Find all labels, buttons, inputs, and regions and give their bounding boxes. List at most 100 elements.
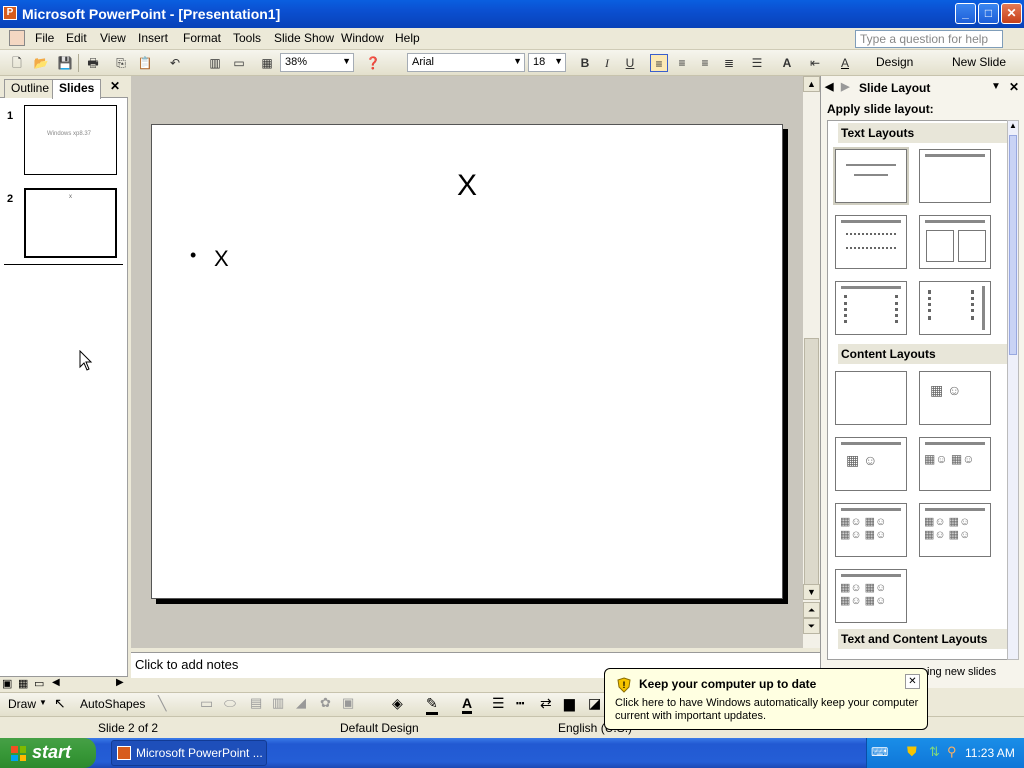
layout-title-two-content[interactable]: ▦☺ ▦☺ — [919, 437, 991, 491]
slideshow-view-icon[interactable]: ▭ — [34, 677, 44, 690]
help-search-input[interactable]: Type a question for help — [855, 30, 1003, 48]
update-notification-balloon[interactable]: ! Keep your computer up to date ✕ Click … — [604, 668, 928, 730]
paste-icon[interactable]: 📋 — [136, 54, 154, 72]
clock[interactable]: 11:23 AM — [965, 746, 1015, 760]
text-color-icon[interactable]: A — [462, 695, 473, 714]
font-color-icon[interactable]: A — [836, 54, 854, 72]
save-icon[interactable]: 💾 — [56, 54, 74, 72]
print-icon[interactable]: 🖶 — [84, 54, 102, 72]
copy-icon[interactable]: ⎘ — [112, 54, 130, 72]
wordart-icon[interactable]: ▥ — [272, 695, 284, 711]
bullets-icon[interactable]: ☰ — [748, 54, 766, 72]
layout-content[interactable]: ▦ ☺ — [919, 371, 991, 425]
open-icon[interactable]: 📂 — [32, 54, 50, 72]
layout-vertical-text[interactable] — [919, 281, 991, 335]
back-icon[interactable]: ◀ — [825, 80, 833, 93]
slide-canvas[interactable]: X • X — [151, 124, 783, 599]
balloon-close-button[interactable]: ✕ — [905, 674, 920, 689]
previous-slide-icon[interactable]: ⏶ — [803, 602, 820, 618]
layout-title-slide[interactable] — [833, 147, 909, 205]
close-task-pane-icon[interactable]: ✕ — [1009, 80, 1019, 94]
undo-icon[interactable]: ↶ — [166, 54, 184, 72]
design-button[interactable]: Design — [876, 55, 913, 69]
textbox-icon[interactable]: ▤ — [250, 695, 262, 711]
search-icon[interactable]: ⚲ — [947, 744, 957, 760]
diagram-icon[interactable]: ◢ — [296, 695, 306, 711]
menu-help[interactable]: Help — [395, 31, 420, 45]
task-pane-scrollbar[interactable]: ▲ — [1007, 120, 1019, 660]
italic-button[interactable]: I — [598, 54, 616, 72]
new-slide-button[interactable]: New Slide — [952, 55, 1006, 69]
zoom-select[interactable]: 38% ▼ — [280, 53, 354, 72]
tab-outline[interactable]: Outline — [4, 79, 57, 98]
layout-title-4-content[interactable]: ▦☺ ▦☺ ▦☺ ▦☺ — [835, 569, 907, 623]
menu-slide-show[interactable]: Slide Show — [274, 31, 334, 45]
justify-icon[interactable]: ≣ — [720, 54, 738, 72]
autoshapes-menu-button[interactable]: AutoShapes — [80, 697, 145, 711]
arrow-style-icon[interactable]: ⇄ — [540, 695, 552, 712]
scroll-thumb[interactable] — [804, 338, 819, 588]
chevron-down-icon[interactable]: ▼ — [991, 81, 1001, 92]
insert-chart-icon[interactable]: ▥ — [206, 54, 224, 72]
layout-two-column-text[interactable] — [919, 215, 991, 269]
layout-title-2-content-content[interactable]: ▦☺ ▦☺ ▦☺ ▦☺ — [919, 503, 991, 557]
menu-file[interactable]: File — [35, 31, 54, 45]
keyboard-icon[interactable]: ⌨ — [871, 745, 888, 759]
line-icon[interactable]: ╲ — [158, 695, 166, 712]
close-button[interactable]: ✕ — [1001, 3, 1022, 24]
layout-title-content[interactable]: ▦ ☺ — [835, 437, 907, 491]
scroll-up-icon[interactable]: ▲ — [1008, 121, 1018, 133]
increase-font-icon[interactable]: A — [778, 54, 796, 72]
slide-body-text[interactable]: X — [214, 246, 229, 272]
layout-vertical-title-text[interactable] — [835, 281, 907, 335]
font-select[interactable]: Arial ▼ — [407, 53, 525, 72]
minimize-button[interactable]: _ — [955, 3, 976, 24]
clipart-icon[interactable]: ✿ — [320, 695, 331, 711]
normal-view-icon[interactable]: ▣ — [2, 677, 12, 690]
menu-tools[interactable]: Tools — [233, 31, 261, 45]
bold-button[interactable]: B — [576, 54, 594, 72]
picture-icon[interactable]: ▣ — [342, 695, 354, 711]
slide-title[interactable]: X — [457, 169, 477, 203]
sorter-view-icon[interactable]: ▦ — [18, 677, 28, 690]
start-button[interactable]: start — [0, 738, 96, 768]
scroll-left-icon[interactable]: ◀ — [52, 677, 60, 688]
decrease-indent-icon[interactable]: ⇤ — [806, 54, 824, 72]
slide-thumbnail[interactable]: Windows xp8.37 — [24, 105, 117, 175]
layout-title-only[interactable] — [919, 149, 991, 203]
close-pane-icon[interactable]: ✕ — [110, 79, 120, 93]
oval-icon[interactable]: ⬭ — [224, 695, 236, 712]
align-center-icon[interactable]: ≡ — [673, 54, 691, 72]
vertical-scrollbar[interactable]: ▲ ▼ ⏶ ⏷ — [803, 76, 820, 648]
draw-menu-button[interactable]: Draw — [8, 697, 36, 711]
powerpoint-app-icon[interactable]: P — [3, 6, 17, 20]
scroll-thumb[interactable] — [1009, 135, 1017, 355]
3d-icon[interactable]: ◪ — [588, 695, 601, 712]
layout-blank[interactable] — [835, 371, 907, 425]
menu-format[interactable]: Format — [183, 31, 221, 45]
layout-title-content-2-content[interactable]: ▦☺ ▦☺ ▦☺ ▦☺ — [835, 503, 907, 557]
maximize-button[interactable]: □ — [978, 3, 999, 24]
font-size-select[interactable]: 18 ▼ — [528, 53, 566, 72]
select-objects-icon[interactable]: ↖ — [54, 695, 66, 712]
rectangle-icon[interactable]: ▭ — [200, 695, 213, 712]
scroll-up-icon[interactable]: ▲ — [803, 76, 820, 92]
grid-icon[interactable]: ▦ — [258, 54, 276, 72]
next-slide-icon[interactable]: ⏷ — [803, 618, 820, 634]
align-right-icon[interactable]: ≡ — [696, 54, 714, 72]
taskbar-item-powerpoint[interactable]: Microsoft PowerPoint ... — [111, 740, 267, 766]
underline-button[interactable]: U — [621, 54, 639, 72]
scroll-right-icon[interactable]: ▶ — [116, 677, 124, 688]
document-menu-icon[interactable] — [9, 30, 25, 46]
line-style-icon[interactable]: ☰ — [492, 695, 505, 712]
forward-icon[interactable]: ▶ — [841, 80, 849, 93]
shadow-icon[interactable]: ▆ — [564, 695, 575, 712]
layout-title-text[interactable] — [835, 215, 907, 269]
align-left-icon[interactable]: ≡ — [650, 54, 668, 72]
menu-edit[interactable]: Edit — [66, 31, 87, 45]
update-shield-icon[interactable]: ⛊ — [907, 744, 917, 760]
slide-thumbnail-selected[interactable]: x — [24, 188, 117, 258]
network-icon[interactable]: ⇅ — [929, 744, 940, 760]
menu-window[interactable]: Window — [341, 31, 384, 45]
scroll-down-icon[interactable]: ▼ — [803, 584, 820, 600]
